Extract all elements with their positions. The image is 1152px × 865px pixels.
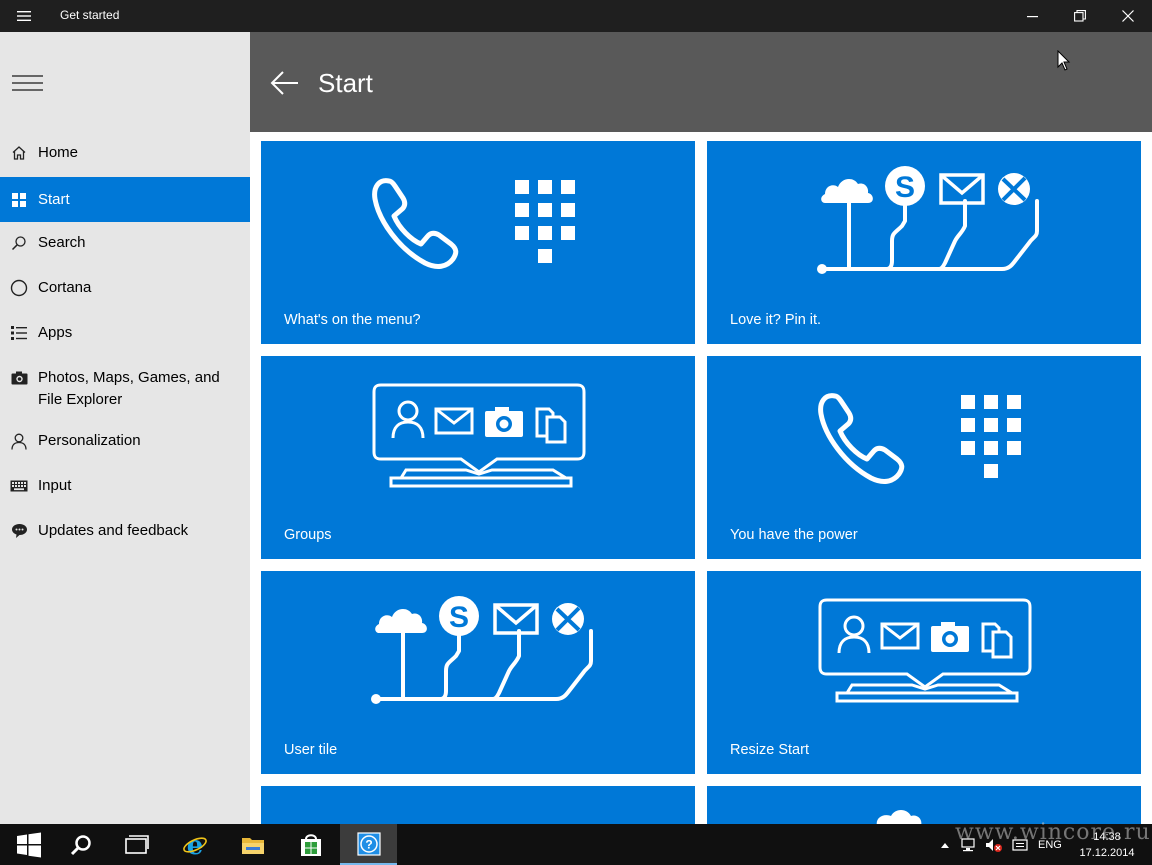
sidebar-item-input[interactable]: Input bbox=[0, 475, 250, 497]
mouse-cursor-icon bbox=[1057, 50, 1071, 71]
back-arrow-icon[interactable] bbox=[270, 70, 300, 96]
sidebar-hamburger-icon[interactable] bbox=[12, 72, 44, 94]
tray-overflow-icon[interactable] bbox=[940, 824, 950, 865]
cloud-icon bbox=[876, 810, 922, 824]
svg-text:S: S bbox=[895, 171, 915, 204]
phone-dialpad-illustration bbox=[818, 393, 1021, 484]
task-view-icon[interactable] bbox=[108, 824, 165, 865]
apps-list-icon bbox=[0, 322, 38, 344]
sidebar-item-home[interactable]: Home bbox=[0, 142, 250, 164]
tile-groups[interactable]: Groups bbox=[261, 356, 695, 559]
search-icon[interactable] bbox=[52, 824, 109, 865]
sidebar-item-label: Start bbox=[38, 190, 70, 208]
person-icon bbox=[0, 430, 38, 452]
clock-date: 17.12.2014 bbox=[1079, 847, 1135, 859]
close-icon bbox=[1122, 10, 1134, 22]
sidebar-item-start[interactable]: Start bbox=[0, 177, 250, 222]
sidebar-item-updates-feedback[interactable]: Updates and feedback bbox=[0, 520, 250, 542]
tile-love-it-pin-it[interactable]: S Love it? Pin it. bbox=[707, 141, 1141, 344]
apps-tree-illustration: S bbox=[817, 166, 1039, 274]
home-icon bbox=[0, 142, 38, 164]
page-header: Start bbox=[250, 32, 1152, 132]
sidebar-item-label: Input bbox=[38, 477, 72, 494]
get-started-icon[interactable]: ? bbox=[340, 824, 397, 865]
tablet-bubble-illustration bbox=[818, 598, 1032, 703]
tile-caption: Groups bbox=[284, 527, 332, 543]
svg-text:?: ? bbox=[365, 837, 372, 851]
close-button[interactable] bbox=[1105, 0, 1151, 32]
sidebar-item-cortana[interactable]: Cortana bbox=[0, 277, 250, 299]
tile-caption: Resize Start bbox=[730, 742, 809, 758]
tile-caption: You have the power bbox=[730, 527, 858, 543]
sidebar-item-label: Updates and feedback bbox=[38, 522, 189, 539]
apps-tree-illustration: S bbox=[371, 596, 593, 704]
sidebar-item-label: Photos, Maps, Games, and File Explorer bbox=[38, 369, 220, 408]
tile-partial[interactable] bbox=[261, 786, 695, 824]
tile-you-have-the-power[interactable]: You have the power bbox=[707, 356, 1141, 559]
keyboard-icon bbox=[0, 475, 38, 497]
feedback-icon bbox=[0, 520, 38, 542]
tile-caption: User tile bbox=[284, 742, 338, 758]
camera-icon bbox=[0, 367, 38, 389]
internet-explorer-icon[interactable]: e bbox=[166, 824, 223, 865]
sidebar-item-photos-maps-games[interactable]: Photos, Maps, Games, and File Explorer bbox=[0, 367, 250, 411]
cortana-circle-icon bbox=[0, 277, 38, 299]
tile-partial[interactable] bbox=[707, 786, 1141, 824]
restore-icon bbox=[1074, 10, 1086, 22]
sidebar: Home Start Search Cortana Apps Photos, M… bbox=[0, 32, 250, 824]
sidebar-item-search[interactable]: Search bbox=[0, 232, 250, 254]
minimize-icon bbox=[1027, 16, 1038, 18]
sidebar-item-label: Search bbox=[38, 234, 86, 251]
tile-resize-start[interactable]: Resize Start bbox=[707, 571, 1141, 774]
window-title: Get started bbox=[60, 8, 120, 22]
watermark: www.wincore.ru bbox=[955, 820, 1151, 845]
tile-grid: What's on the menu? S Love it? Pin it. G… bbox=[250, 132, 1152, 824]
sidebar-item-label: Home bbox=[38, 144, 79, 161]
sidebar-item-label: Apps bbox=[38, 324, 73, 341]
tile-user-tile[interactable]: S User tile bbox=[261, 571, 695, 774]
start-tiles-icon bbox=[0, 189, 38, 211]
file-explorer-icon[interactable] bbox=[224, 824, 281, 865]
page-title: Start bbox=[318, 68, 373, 98]
svg-text:S: S bbox=[449, 601, 469, 634]
sidebar-item-label: Cortana bbox=[38, 279, 92, 296]
tile-caption: Love it? Pin it. bbox=[730, 312, 822, 328]
tile-caption: What's on the menu? bbox=[284, 312, 421, 328]
sidebar-item-personalization[interactable]: Personalization bbox=[0, 430, 250, 452]
windows-start-icon[interactable] bbox=[0, 824, 57, 865]
tablet-bubble-illustration bbox=[372, 383, 586, 488]
title-bar: Get started bbox=[0, 0, 1152, 32]
restore-button[interactable] bbox=[1057, 0, 1103, 32]
tile-whats-on-the-menu[interactable]: What's on the menu? bbox=[261, 141, 695, 344]
hamburger-icon[interactable] bbox=[10, 6, 38, 26]
store-icon[interactable] bbox=[282, 824, 339, 865]
phone-dialpad-illustration bbox=[372, 178, 575, 269]
minimize-button[interactable] bbox=[1010, 0, 1056, 32]
search-icon bbox=[0, 232, 38, 254]
svg-text:e: e bbox=[186, 832, 203, 858]
sidebar-item-label: Personalization bbox=[38, 432, 141, 449]
sidebar-item-apps[interactable]: Apps bbox=[0, 322, 250, 344]
